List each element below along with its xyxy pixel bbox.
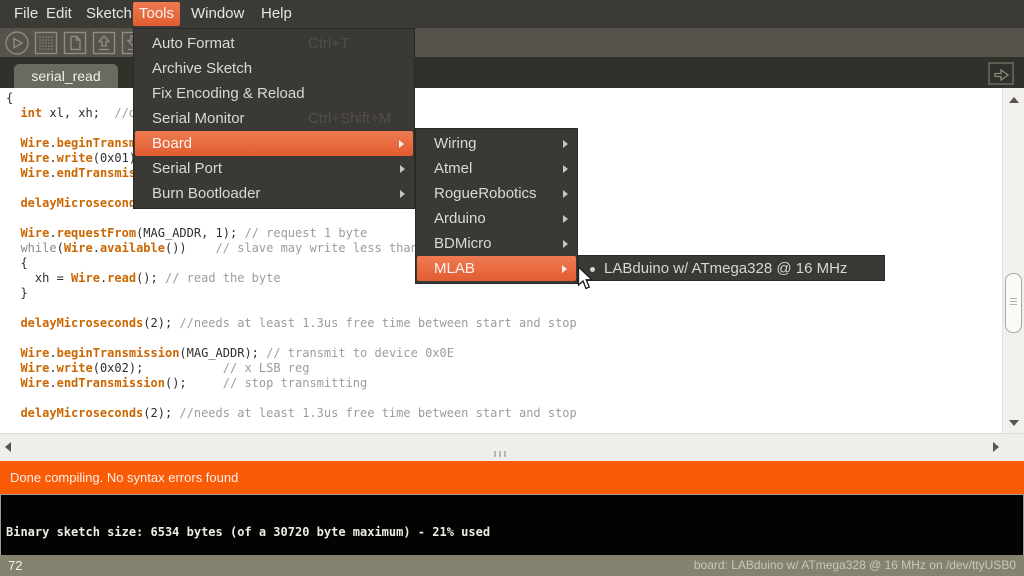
mouse-cursor (577, 266, 597, 297)
menu-item-auto-format[interactable]: Auto Format Ctrl+T (134, 31, 414, 56)
menu-item-fix-encoding-reload[interactable]: Fix Encoding & Reload (134, 81, 414, 106)
submenu-arrow-icon (400, 165, 405, 173)
code-line: Wire.beginTransmission(MAG_ADDR); // tra… (6, 346, 577, 361)
scroll-down-icon[interactable] (1009, 420, 1019, 426)
tools-menu: Auto Format Ctrl+T Archive Sketch Fix Encod… (133, 28, 415, 209)
code-line: delayMicroseconds(2); //needs at least 1… (6, 316, 577, 331)
scroll-up-icon[interactable] (1009, 97, 1019, 103)
board-item-bdmicro[interactable]: BDMicro (416, 231, 577, 256)
menubar-item-sketch[interactable]: Sketch (80, 2, 138, 26)
console-text: Binary sketch size: 6534 bytes (of a 307… (6, 525, 490, 539)
code-line (6, 391, 577, 406)
menu-item-board[interactable]: Board (135, 131, 413, 156)
menu-item-label: Auto Format (152, 35, 235, 52)
menu-item-burn-bootloader[interactable]: Burn Bootloader (134, 181, 414, 206)
scroll-left-icon[interactable] (5, 442, 11, 452)
board-item-wiring[interactable]: Wiring (416, 131, 577, 156)
code-line: Wire.endTransmission(); // stop transmit… (6, 376, 577, 391)
submenu-arrow-icon (563, 240, 568, 248)
submenu-arrow-icon (562, 265, 567, 273)
tab-arrow-icon[interactable] (988, 62, 1014, 85)
menu-item-label: Fix Encoding & Reload (152, 85, 305, 102)
menubar-item-window[interactable]: Window (185, 2, 250, 26)
submenu-arrow-icon (563, 215, 568, 223)
menu-item-label: Serial Port (152, 160, 222, 177)
menu-item-label: RogueRobotics (434, 185, 537, 202)
open-sketch-icon[interactable] (91, 30, 117, 56)
mlab-submenu: LABduino w/ ATmega328 @ 16 MHz (578, 255, 885, 281)
menubar: FileEditSketchToolsWindowHelp (0, 0, 1024, 28)
code-line (6, 331, 577, 346)
line-number-indicator: 72 (8, 555, 22, 576)
splitter-grip[interactable] (494, 451, 496, 457)
submenu-arrow-icon (563, 190, 568, 198)
menubar-item-edit[interactable]: Edit (40, 2, 78, 26)
menubar-item-file[interactable]: File (8, 2, 44, 26)
arduino-ide-window: FileEditSketchToolsWindowHelp serial_rea… (0, 0, 1024, 576)
code-line: } (6, 286, 577, 301)
submenu-arrow-icon (563, 165, 568, 173)
stop-icon[interactable] (33, 30, 59, 56)
menu-item-label: Arduino (434, 210, 486, 227)
status-message: Done compiling. No syntax errors found (0, 470, 238, 485)
submenu-arrow-icon (400, 190, 405, 198)
submenu-arrow-icon (563, 140, 568, 148)
board-item-roguerobotics[interactable]: RogueRobotics (416, 181, 577, 206)
menu-item-serial-monitor[interactable]: Serial Monitor Ctrl+Shift+M (134, 106, 414, 131)
menu-item-archive-sketch[interactable]: Archive Sketch (134, 56, 414, 81)
code-line: delayMicroseconds(2); //needs at least 1… (6, 406, 577, 421)
status-bar: Done compiling. No syntax errors found (0, 461, 1024, 494)
vertical-scrollbar[interactable] (1002, 88, 1024, 433)
menu-item-label: Burn Bootloader (152, 185, 260, 202)
code-line (6, 301, 577, 316)
menu-item-label: MLAB (434, 260, 475, 277)
board-item-labduino[interactable]: LABduino w/ ATmega328 @ 16 MHz (579, 256, 884, 282)
horizontal-scrollbar[interactable] (0, 433, 1024, 462)
board-port-indicator: board: LABduino w/ ATmega328 @ 16 MHz on… (694, 555, 1016, 576)
verify-icon[interactable] (4, 30, 30, 56)
board-item-atmel[interactable]: Atmel (416, 156, 577, 181)
menu-item-label: Board (152, 135, 192, 152)
menu-shortcut: Ctrl+T (308, 31, 349, 56)
code-line: Wire.write(0x02); // x LSB reg (6, 361, 577, 376)
scroll-grip (1010, 298, 1017, 299)
new-sketch-icon[interactable] (62, 30, 88, 56)
menubar-item-help[interactable]: Help (255, 2, 298, 26)
vertical-scroll-thumb[interactable] (1005, 273, 1022, 333)
menu-item-label: LABduino w/ ATmega328 @ 16 MHz (604, 260, 847, 277)
board-item-arduino[interactable]: Arduino (416, 206, 577, 231)
menu-item-label: BDMicro (434, 235, 492, 252)
menu-item-label: Archive Sketch (152, 60, 252, 77)
menu-item-label: Serial Monitor (152, 110, 245, 127)
tab-serial-read[interactable]: serial_read (14, 64, 118, 88)
board-item-mlab[interactable]: MLAB (417, 256, 576, 281)
console-output: Binary sketch size: 6534 bytes (of a 307… (0, 494, 1024, 555)
board-submenu: Wiring Atmel RogueRobotics Arduino BDMicro ML… (415, 128, 578, 284)
menu-item-label: Wiring (434, 135, 477, 152)
footer-status-strip: 72 board: LABduino w/ ATmega328 @ 16 MHz… (0, 555, 1024, 576)
menu-shortcut: Ctrl+Shift+M (308, 106, 391, 131)
scroll-right-icon[interactable] (993, 442, 999, 452)
menu-item-serial-port[interactable]: Serial Port (134, 156, 414, 181)
submenu-arrow-icon (399, 140, 404, 148)
menu-item-label: Atmel (434, 160, 472, 177)
menubar-item-tools[interactable]: Tools (133, 2, 180, 26)
